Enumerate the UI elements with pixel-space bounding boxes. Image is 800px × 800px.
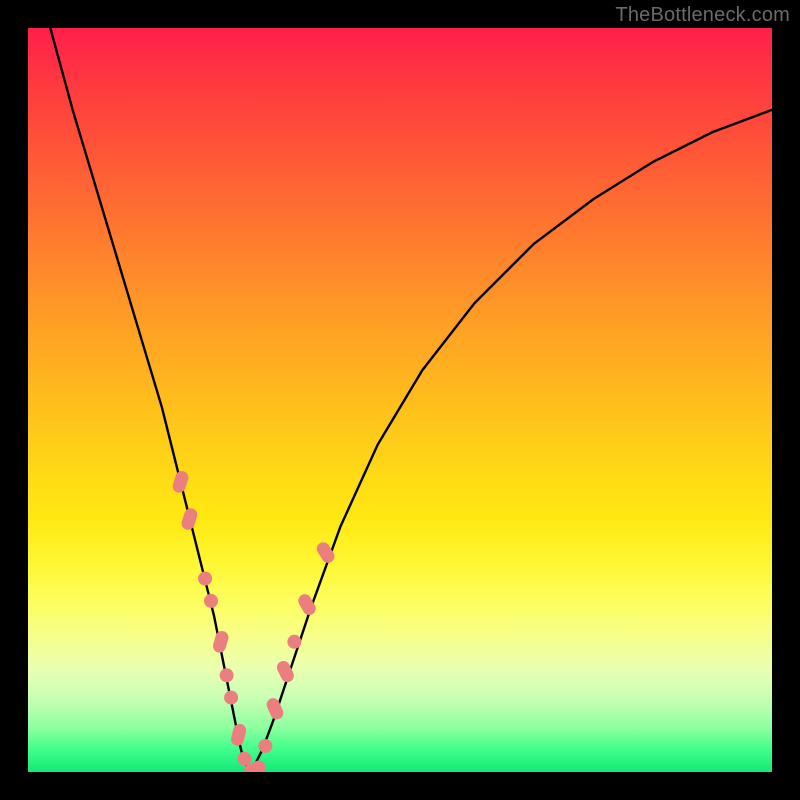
data-marker: [171, 469, 190, 494]
data-marker: [287, 635, 301, 649]
data-marker: [204, 594, 218, 608]
data-marker: [258, 739, 272, 753]
data-marker: [238, 752, 252, 766]
data-marker: [220, 668, 234, 682]
curve-left-curve: [50, 28, 251, 772]
data-marker: [265, 696, 286, 721]
data-marker: [224, 691, 238, 705]
data-marker: [180, 507, 199, 532]
data-marker: [230, 723, 248, 747]
curve-right-curve: [251, 110, 772, 772]
data-marker: [211, 629, 230, 654]
data-marker: [198, 572, 212, 586]
watermark-text: TheBottleneck.com: [615, 4, 790, 27]
plot-area: [28, 28, 772, 772]
data-marker: [252, 761, 266, 772]
chart-frame: TheBottleneck.com: [0, 0, 800, 800]
curve-layer: [28, 28, 772, 772]
